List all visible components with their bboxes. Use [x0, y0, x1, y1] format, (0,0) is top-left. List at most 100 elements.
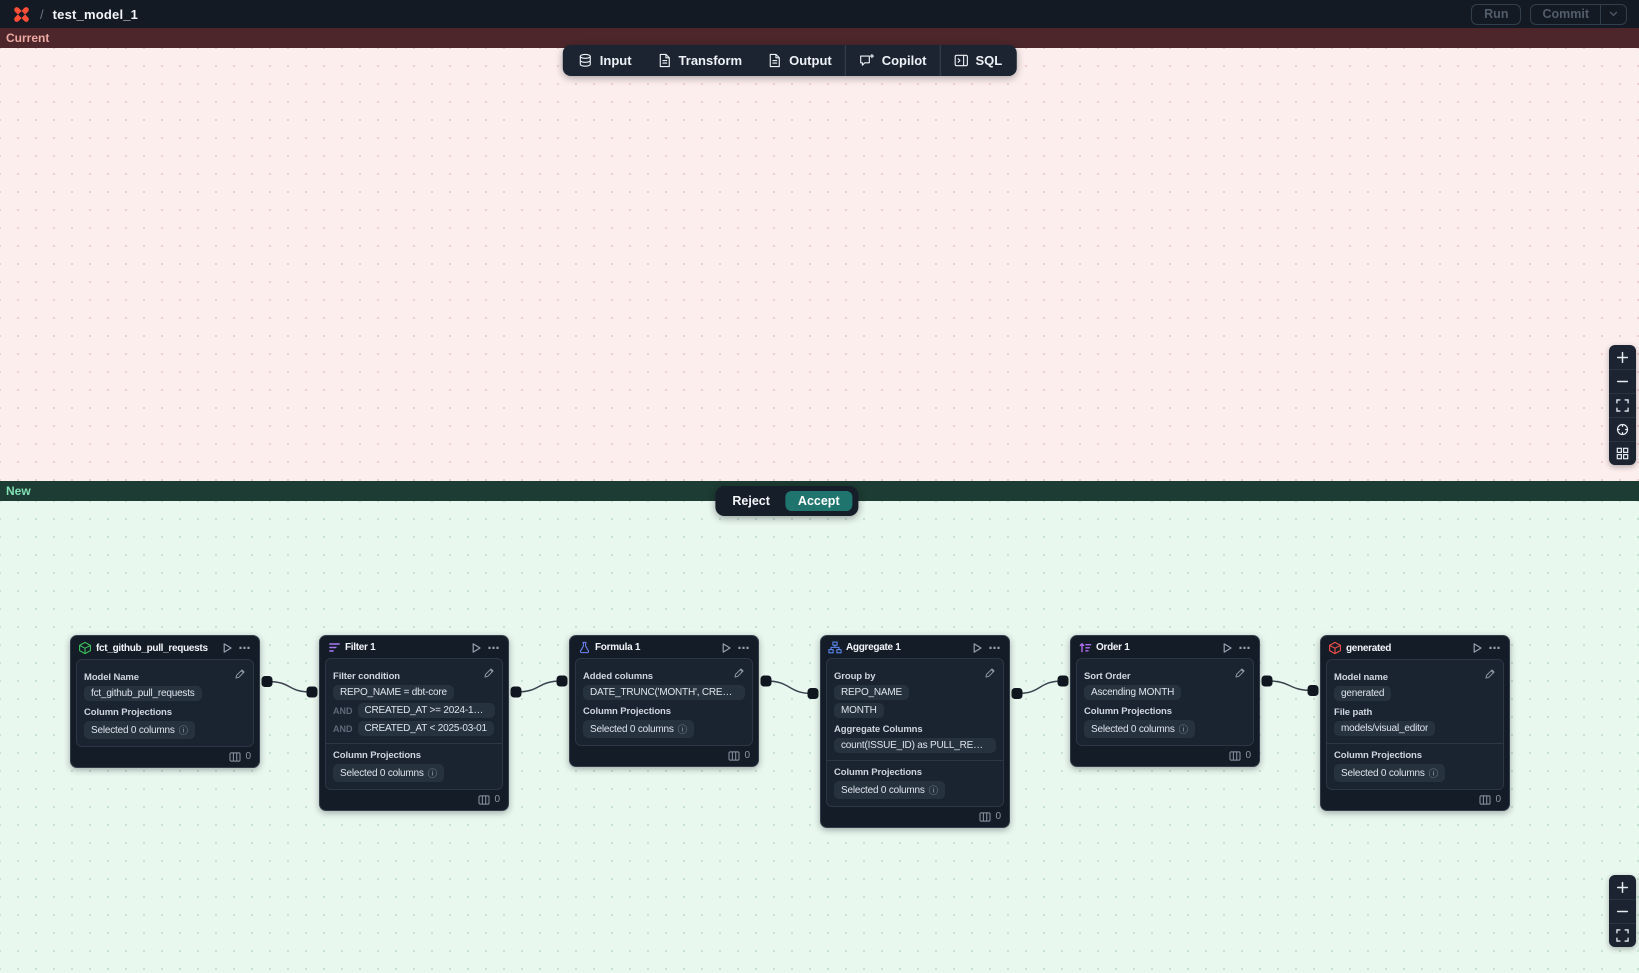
- play-icon: [470, 642, 482, 654]
- chip-row: Selected 0 columnsⓘ: [84, 721, 246, 739]
- chip-row: REPO_NAME: [834, 685, 996, 700]
- target-port[interactable]: [808, 688, 819, 699]
- node-section: Model Namefct_github_pull_requests: [84, 672, 246, 701]
- pipeline-node[interactable]: Aggregate 1 ⋯ Group byREPO_NAMEMONTHAggr…: [820, 635, 1010, 828]
- field-chip[interactable]: REPO_NAME = dbt-core: [333, 685, 454, 700]
- pipeline-node[interactable]: Order 1 ⋯ Sort OrderAscending MONTHColum…: [1070, 635, 1260, 767]
- run-node-button[interactable]: [1220, 642, 1234, 654]
- run-node-button[interactable]: [1470, 642, 1484, 654]
- field-chip[interactable]: REPO_NAME: [834, 685, 909, 700]
- field-chip[interactable]: Selected 0 columnsⓘ: [1084, 720, 1195, 738]
- edit-button[interactable]: [235, 666, 246, 684]
- node-menu-button[interactable]: ⋯: [1488, 644, 1502, 652]
- auto-layout-button[interactable]: [1609, 441, 1636, 465]
- node-header[interactable]: Order 1 ⋯: [1071, 636, 1259, 658]
- zoom-in-button[interactable]: [1609, 345, 1636, 369]
- new-canvas[interactable]: fct_github_pull_requests ⋯ Model Namefct…: [0, 501, 1639, 973]
- field-chip[interactable]: count(ISSUE_ID) as PULL_REQUEST_…: [834, 738, 996, 753]
- node-header[interactable]: Aggregate 1 ⋯: [821, 636, 1009, 658]
- chip-row: ANDCREATED_AT >= 2024-12-01: [333, 703, 495, 718]
- source-port[interactable]: [262, 676, 273, 687]
- field-chip[interactable]: Selected 0 columnsⓘ: [333, 764, 444, 782]
- node-footer: 0: [320, 790, 508, 810]
- source-port[interactable]: [1012, 688, 1023, 699]
- run-node-button[interactable]: [469, 642, 483, 654]
- edit-button[interactable]: [985, 665, 996, 683]
- node-menu-button[interactable]: ⋯: [487, 644, 501, 652]
- run-node-button[interactable]: [220, 642, 234, 654]
- table-icon: [229, 752, 241, 762]
- source-port[interactable]: [1262, 676, 1273, 687]
- field-chip[interactable]: CREATED_AT >= 2024-12-01: [358, 703, 496, 718]
- target-port[interactable]: [557, 676, 568, 687]
- toolbar-copilot-button[interactable]: Copilot: [846, 45, 940, 76]
- field-chip[interactable]: fct_github_pull_requests: [84, 686, 202, 701]
- play-icon: [1471, 642, 1483, 654]
- zoom-out-button[interactable]: [1609, 899, 1636, 923]
- toolbar-sql-button[interactable]: SQL: [940, 45, 1015, 76]
- node-row-count: 0: [1495, 794, 1501, 805]
- zoom-in-button[interactable]: [1609, 875, 1636, 899]
- target-port[interactable]: [1058, 676, 1069, 687]
- source-port[interactable]: [761, 676, 772, 687]
- node-menu-button[interactable]: ⋯: [737, 644, 751, 652]
- auto-layout-icon: [1616, 447, 1629, 460]
- model-cube-icon: [1328, 641, 1342, 655]
- toolbar-input-button[interactable]: Input: [565, 45, 645, 76]
- target-port[interactable]: [1308, 685, 1319, 696]
- toolbar-output-button[interactable]: Output: [755, 45, 845, 76]
- dbt-logo-icon[interactable]: [12, 5, 31, 24]
- edit-button[interactable]: [1235, 665, 1246, 683]
- field-chip[interactable]: MONTH: [834, 703, 884, 718]
- field-chip[interactable]: Selected 0 columnsⓘ: [84, 721, 195, 739]
- document-icon: [768, 53, 782, 68]
- toolbar-transform-button[interactable]: Transform: [645, 45, 756, 76]
- chip-text: Selected 0 columns: [1341, 768, 1425, 779]
- pipeline-node[interactable]: fct_github_pull_requests ⋯ Model Namefct…: [70, 635, 260, 768]
- edit-button[interactable]: [1485, 666, 1496, 684]
- commit-dropdown-button[interactable]: [1600, 5, 1626, 24]
- field-chip[interactable]: CREATED_AT < 2025-03-01: [358, 721, 494, 736]
- run-node-button[interactable]: [970, 642, 984, 654]
- chip-row: models/visual_editor: [1334, 721, 1496, 736]
- commit-button[interactable]: Commit: [1531, 5, 1600, 24]
- run-button[interactable]: Run: [1471, 4, 1521, 25]
- reject-button[interactable]: Reject: [721, 491, 781, 511]
- edit-button[interactable]: [734, 665, 745, 683]
- node-section: Column ProjectionsSelected 0 columnsⓘ: [1327, 743, 1503, 782]
- edit-button[interactable]: [484, 665, 495, 683]
- accept-button[interactable]: Accept: [785, 491, 853, 511]
- target-port[interactable]: [307, 687, 318, 698]
- fit-view-button[interactable]: [1609, 923, 1636, 947]
- fit-view-button[interactable]: [1609, 393, 1636, 417]
- field-chip[interactable]: Ascending MONTH: [1084, 685, 1181, 700]
- field-chip[interactable]: Selected 0 columnsⓘ: [1334, 764, 1445, 782]
- chip-text: DATE_TRUNC('MONTH', CREATED_AT…: [590, 687, 738, 698]
- zoom-out-button[interactable]: [1609, 369, 1636, 393]
- pipeline-node[interactable]: generated ⋯ Model namegeneratedFile path…: [1320, 635, 1510, 811]
- node-footer: 0: [71, 747, 259, 767]
- current-canvas[interactable]: [0, 48, 1639, 481]
- pipeline-node[interactable]: Filter 1 ⋯ Filter conditionREPO_NAME = d…: [319, 635, 509, 811]
- node-header[interactable]: Filter 1 ⋯: [320, 636, 508, 658]
- toggle-interactivity-button[interactable]: [1609, 417, 1636, 441]
- chip-text: Selected 0 columns: [1091, 724, 1175, 735]
- node-header[interactable]: generated ⋯: [1321, 636, 1509, 659]
- pipeline-node[interactable]: Formula 1 ⋯ Added columnsDATE_TRUNC('MON…: [569, 635, 759, 767]
- commit-split-button: Commit: [1530, 4, 1627, 25]
- source-port[interactable]: [511, 687, 522, 698]
- zoom-in-icon: [1616, 881, 1629, 894]
- run-node-button[interactable]: [719, 642, 733, 654]
- field-chip[interactable]: generated: [1334, 686, 1391, 701]
- field-chip[interactable]: models/visual_editor: [1334, 721, 1435, 736]
- sort-order-icon: [1078, 641, 1092, 654]
- node-header[interactable]: fct_github_pull_requests ⋯: [71, 636, 259, 659]
- chip-row: count(ISSUE_ID) as PULL_REQUEST_…: [834, 738, 996, 753]
- field-chip[interactable]: DATE_TRUNC('MONTH', CREATED_AT…: [583, 685, 745, 700]
- node-menu-button[interactable]: ⋯: [988, 644, 1002, 652]
- node-header[interactable]: Formula 1 ⋯: [570, 636, 758, 658]
- node-menu-button[interactable]: ⋯: [238, 644, 252, 652]
- node-menu-button[interactable]: ⋯: [1238, 644, 1252, 652]
- field-chip[interactable]: Selected 0 columnsⓘ: [834, 781, 945, 799]
- field-chip[interactable]: Selected 0 columnsⓘ: [583, 720, 694, 738]
